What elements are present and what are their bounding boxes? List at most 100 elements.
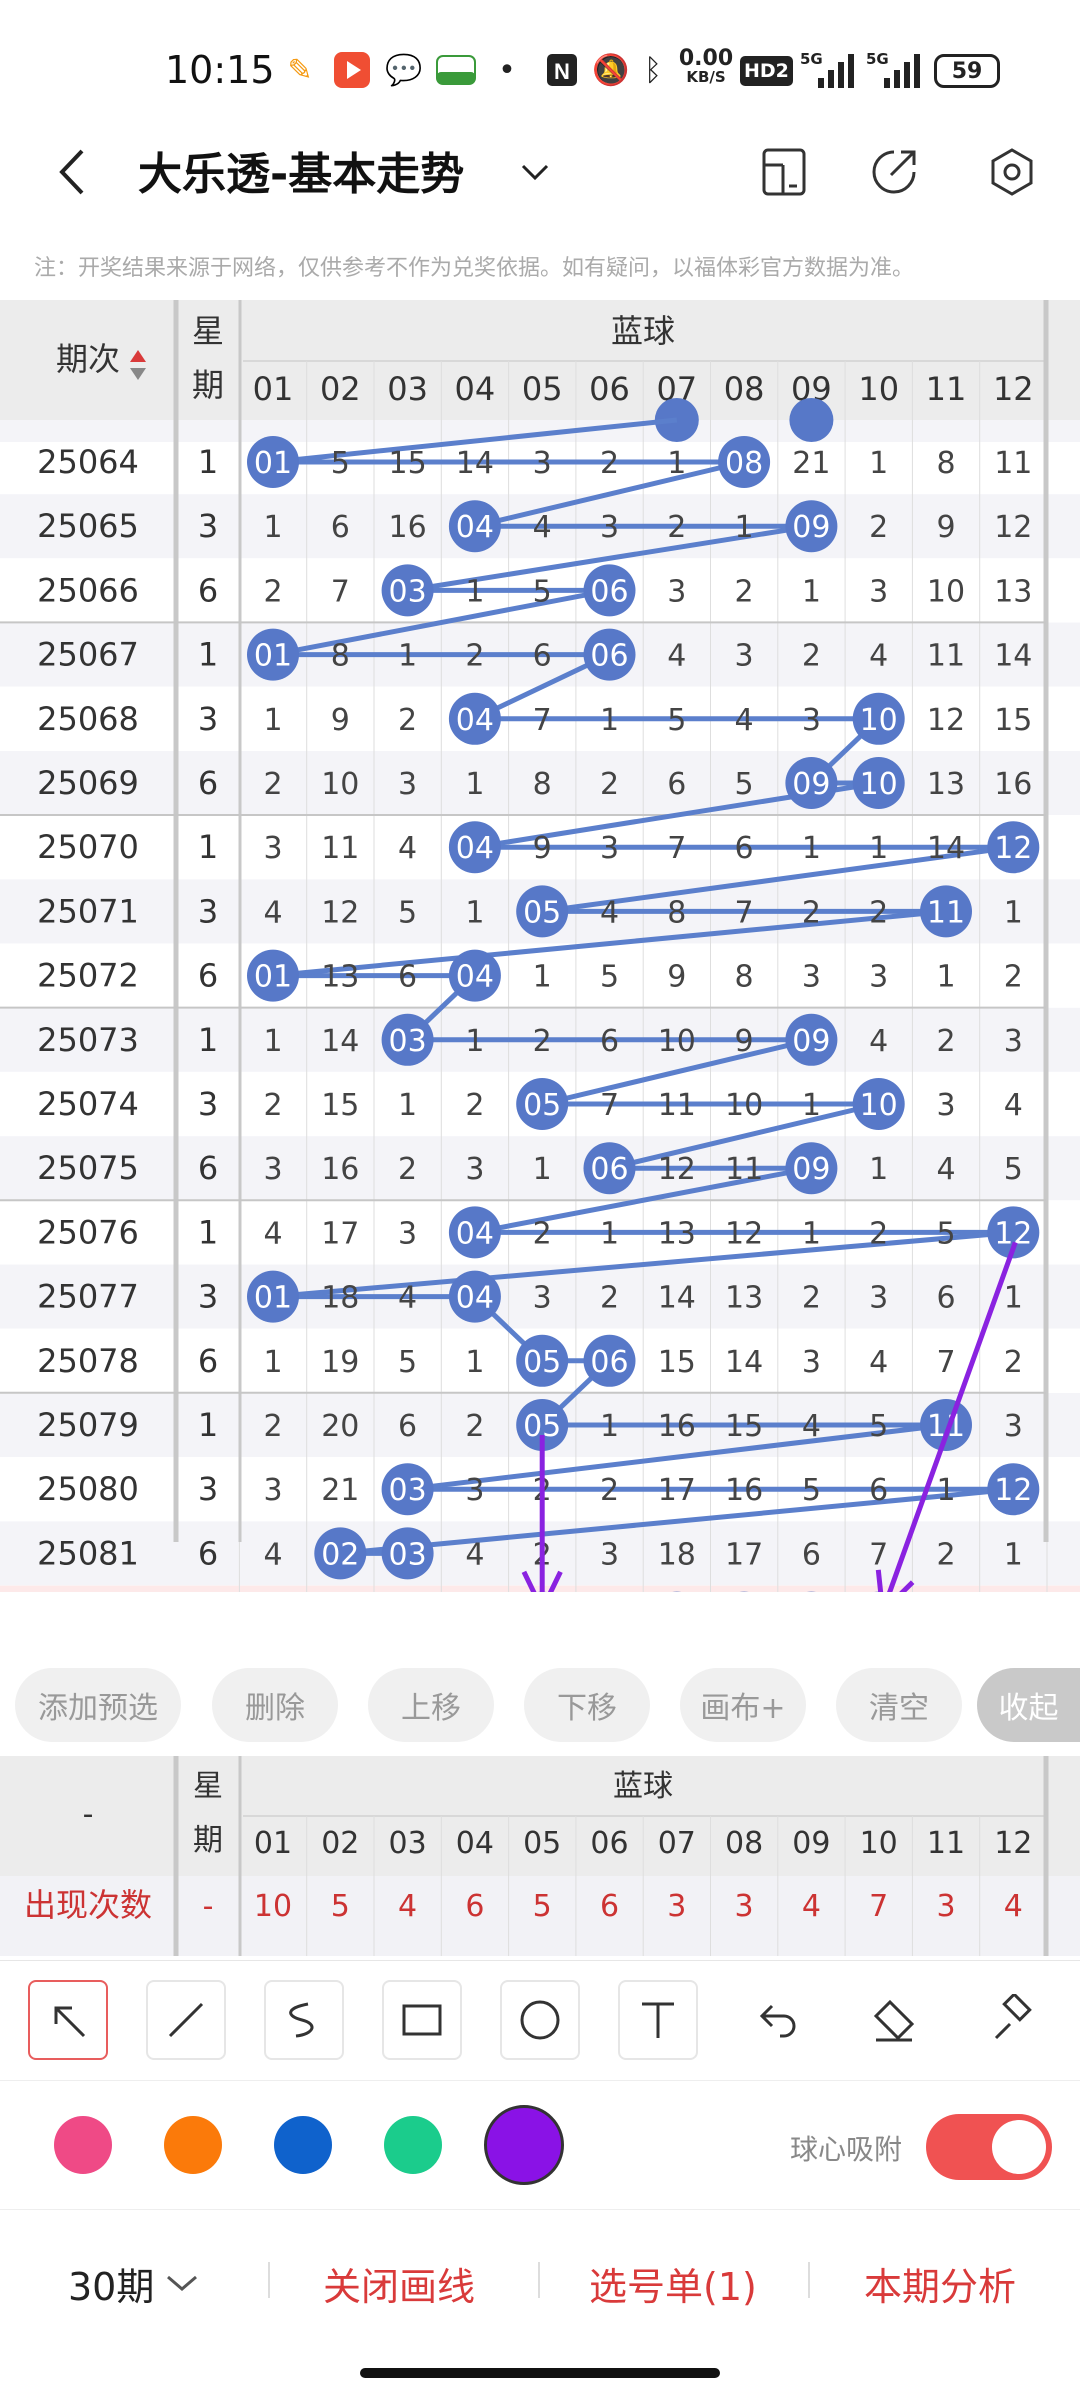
miss-count: 15 (321, 1088, 359, 1123)
miss-count: 5 (600, 960, 619, 995)
color-swatch-4[interactable] (484, 2105, 564, 2185)
miss-count: 2 (533, 1024, 552, 1059)
action-button-5[interactable]: 清空 (836, 1668, 962, 1742)
miss-count: 3 (869, 1281, 888, 1316)
miss-count: 15 (725, 1409, 763, 1444)
miss-count: 6 (331, 510, 350, 545)
miss-count: 3 (398, 767, 417, 802)
col-week-header: 星 (192, 312, 224, 350)
page-title[interactable]: 大乐透-基本走势 (138, 138, 464, 202)
period-label: 30期 (68, 2264, 155, 2309)
miss-count: 1 (465, 895, 484, 930)
miss-count: 3 (802, 960, 821, 995)
settings-icon[interactable] (980, 140, 1044, 204)
miss-count: 3 (533, 1281, 552, 1316)
chevron-down-icon[interactable] (500, 140, 570, 204)
stats-week-header: 期 (193, 1823, 223, 1858)
trend-table[interactable]: 期次星期蓝球 01 02 03 04 05 06 07 08 09 10 11 12 25064 1 01 5 1… (0, 300, 1080, 1592)
period-selector[interactable]: 30期 (68, 2258, 200, 2309)
miss-count: 3 (465, 1473, 484, 1508)
action-button-0[interactable]: 添加预选 (15, 1668, 181, 1742)
home-indicator[interactable] (360, 2368, 720, 2378)
miss-count: 13 (994, 574, 1032, 609)
miss-count: 1 (1004, 1537, 1023, 1572)
miss-count: 2 (600, 1281, 619, 1316)
action-button-4[interactable]: 画布+ (680, 1668, 806, 1742)
miss-count: 3 (1004, 1409, 1023, 1444)
weekday: 6 (198, 957, 218, 995)
ball-hit-number: 05 (523, 1088, 561, 1123)
color-swatch-2[interactable] (274, 2116, 332, 2174)
signal-5g-2-icon: 5G (866, 50, 922, 90)
ball-hit-number: 05 (523, 1345, 561, 1380)
circle-icon[interactable] (500, 1980, 580, 2060)
action-button-2[interactable]: 上移 (368, 1668, 494, 1742)
back-button[interactable] (40, 140, 104, 204)
miss-count: 9 (936, 510, 955, 545)
snap-toggle[interactable] (926, 2114, 1052, 2180)
curve-icon[interactable] (264, 1980, 344, 2060)
miss-count: 4 (398, 831, 417, 866)
miss-count: 3 (667, 574, 686, 609)
miss-count: 21 (792, 446, 830, 481)
text-icon[interactable] (618, 1980, 698, 2060)
miss-count: 4 (600, 895, 619, 930)
stats-col-10: 10 (860, 1826, 898, 1861)
period-25068: 25068 (37, 700, 139, 738)
selection-list-button[interactable]: 选号单(1) (589, 2258, 757, 2309)
miss-count: 2 (263, 574, 282, 609)
miss-count: 11 (994, 446, 1032, 481)
phone-layout-icon[interactable] (752, 140, 816, 204)
miss-count: 1 (869, 446, 888, 481)
undo-icon[interactable] (736, 1980, 816, 2060)
miss-count: 2 (465, 1409, 484, 1444)
miss-count: 5 (936, 1216, 955, 1251)
color-swatch-3[interactable] (384, 2116, 442, 2174)
miss-count: 3 (869, 960, 888, 995)
col-period-header[interactable]: 期次 (56, 340, 120, 378)
miss-count: 4 (869, 639, 888, 674)
miss-count: 2 (398, 1152, 417, 1187)
ball-hit-number: 10 (860, 703, 898, 738)
ball-hit-number: 12 (994, 1473, 1032, 1508)
stats-week-header: 星 (193, 1769, 223, 1804)
ball-hit-number: 10 (860, 1088, 898, 1123)
miss-count: 4 (869, 1345, 888, 1380)
miss-count: 1 (936, 1473, 955, 1508)
miss-count: 4 (936, 1152, 955, 1187)
ball-hit-number: 03 (389, 1537, 427, 1572)
miss-count: 2 (802, 1281, 821, 1316)
color-swatch-0[interactable] (54, 2116, 112, 2174)
col-header-02: 02 (320, 370, 361, 408)
stats-value-06: 6 (600, 1889, 619, 1924)
brush-clear-icon[interactable] (972, 1980, 1052, 2060)
nfc-icon: N (542, 50, 582, 90)
stats-table: - 星期 蓝球 01 02 03 04 05 06 07 08 09 10 11 12 出现次数 - 10 5 4 6 5… (0, 1756, 1080, 1956)
wechat-icon: 💬 (385, 52, 423, 88)
cursor-arrow-icon[interactable] (28, 1980, 108, 2060)
color-swatch-1[interactable] (164, 2116, 222, 2174)
stats-value-09: 4 (802, 1889, 821, 1924)
action-button-1[interactable]: 删除 (212, 1668, 338, 1742)
eraser-icon[interactable] (854, 1980, 934, 2060)
stats-col-11: 11 (927, 1826, 965, 1861)
rectangle-icon[interactable] (382, 1980, 462, 2060)
mute-icon: 🔕 (592, 52, 630, 88)
action-button-6[interactable]: 收起 (977, 1668, 1080, 1742)
miss-count: 2 (936, 1024, 955, 1059)
share-icon[interactable] (862, 140, 926, 204)
miss-count: 5 (802, 1473, 821, 1508)
miss-count: 9 (331, 703, 350, 738)
group-label-blue: 蓝球 (611, 312, 675, 350)
miss-count: 1 (802, 1088, 821, 1123)
analysis-button[interactable]: 本期分析 (864, 2258, 1016, 2309)
col-header-10: 10 (858, 370, 899, 408)
stats-group-label: 蓝球 (613, 1769, 673, 1804)
line-icon[interactable] (146, 1980, 226, 2060)
stats-value-08: 3 (735, 1889, 754, 1924)
miss-count: 7 (667, 831, 686, 866)
close-lines-button[interactable]: 关闭画线 (323, 2258, 475, 2309)
action-button-3[interactable]: 下移 (524, 1668, 650, 1742)
miss-count: 1 (465, 767, 484, 802)
weekday: 6 (198, 1534, 218, 1572)
